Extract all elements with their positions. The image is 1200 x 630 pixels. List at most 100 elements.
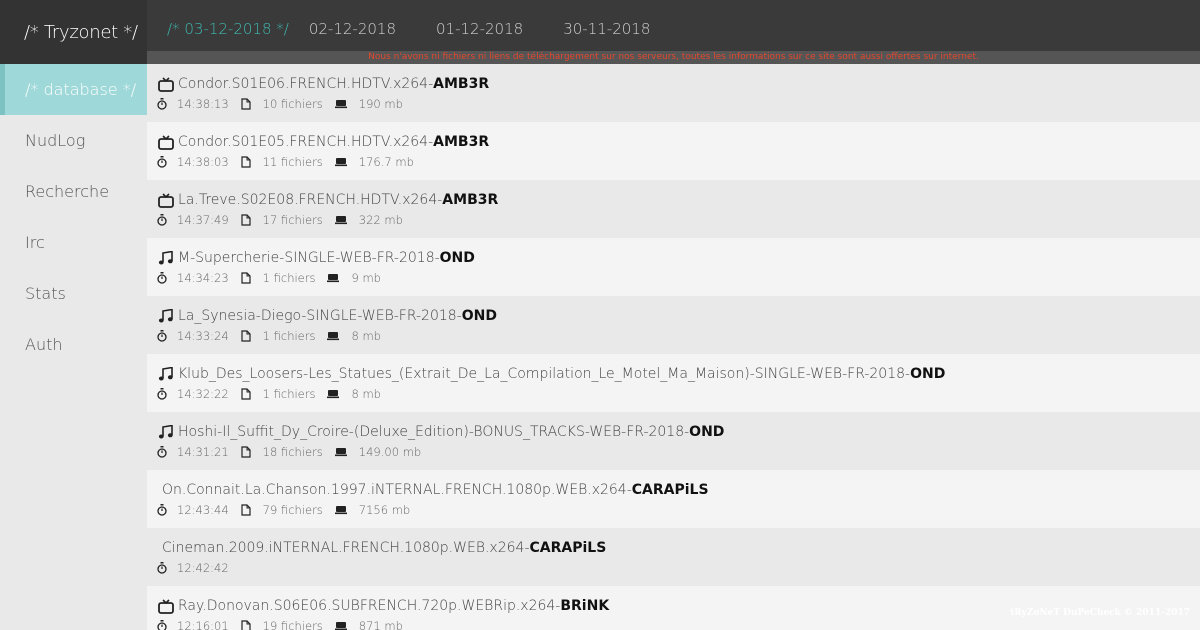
tab-date[interactable]: 02-12-2018 <box>309 20 396 38</box>
release-time: 14:32:22 <box>157 387 229 401</box>
release-row[interactable]: Cineman.2009.iNTERNAL.FRENCH.1080p.WEB.x… <box>147 528 1200 586</box>
time-text: 14:38:03 <box>177 155 229 169</box>
file-icon <box>241 156 256 168</box>
files-text: 79 fichiers <box>262 503 323 517</box>
nav-item-stats[interactable]: Stats <box>0 268 147 319</box>
release-size: 322 mb <box>334 213 403 227</box>
release-meta: 14:34:23 1 fichiers 9 mb <box>157 270 1200 286</box>
release-time: 12:16:01 <box>157 619 229 630</box>
release-list: Condor.S01E06.FRENCH.HDTV.x264- AMB3R 14:3… <box>147 64 1200 630</box>
release-meta: 12:43:44 79 fichiers 7156 mb <box>157 502 1200 518</box>
nav-item-nudlog[interactable]: NudLog <box>0 115 147 166</box>
hdd-icon <box>327 389 344 399</box>
tv-icon <box>157 598 174 614</box>
release-meta: 14:38:03 11 fichiers 176.7 mb <box>157 154 1200 170</box>
clock-icon <box>157 156 172 168</box>
clock-icon <box>157 562 172 574</box>
release-group: AMB3R <box>433 134 490 150</box>
tab-date[interactable]: /* 03-12-2018 */ <box>167 20 289 38</box>
release-name: Condor.S01E06.FRENCH.HDTV.x264- <box>178 76 434 92</box>
release-group: OND <box>910 366 946 382</box>
release-time: 14:37:49 <box>157 213 229 227</box>
files-text: 10 fichiers <box>262 97 323 111</box>
release-row[interactable]: M-Supercherie-SINGLE-WEB-FR-2018- OND 14:3… <box>147 238 1200 296</box>
release-row[interactable]: Condor.S01E05.FRENCH.HDTV.x264- AMB3R 14:3… <box>147 122 1200 180</box>
tab-date[interactable]: 01-12-2018 <box>436 20 523 38</box>
release-title[interactable]: Hoshi-Il_Suffit_Dy_Croire-(Deluxe_Editio… <box>157 422 1200 442</box>
sidebar: /* Tryzonet */ /* database */NudLog Reche… <box>0 0 147 630</box>
release-name: Condor.S01E05.FRENCH.HDTV.x264- <box>178 134 434 150</box>
release-files: 1 fichiers <box>241 387 315 401</box>
size-text: 9 mb <box>351 271 381 285</box>
size-text: 149.00 mb <box>358 445 422 459</box>
release-name: Klub_Des_Loosers-Les_Statues_(Extrait_De… <box>178 366 911 382</box>
release-title[interactable]: On.Connait.La.Chanson.1997.iNTERNAL.FREN… <box>157 480 1200 500</box>
release-title[interactable]: Cineman.2009.iNTERNAL.FRENCH.1080p.WEB.x… <box>157 538 1200 558</box>
release-title[interactable]: La_Synesia-Diego-SINGLE-WEB-FR-2018- OND <box>157 306 1200 326</box>
release-group: BRiNK <box>560 598 610 614</box>
release-group: AMB3R <box>433 76 490 92</box>
release-row[interactable]: Klub_Des_Loosers-Les_Statues_(Extrait_De… <box>147 354 1200 412</box>
release-title[interactable]: M-Supercherie-SINGLE-WEB-FR-2018- OND <box>157 248 1200 268</box>
release-meta: 14:38:13 10 fichiers 190 mb <box>157 96 1200 112</box>
release-size: 8 mb <box>327 329 381 343</box>
clock-icon <box>157 214 172 226</box>
clock-icon <box>157 272 172 284</box>
release-size: 190 mb <box>334 97 403 111</box>
files-text: 1 fichiers <box>262 271 316 285</box>
sidebar-nav: /* database */NudLog Recherche Irc Stats Aut… <box>0 64 147 370</box>
release-size: 7156 mb <box>334 503 411 517</box>
release-name: Cineman.2009.iNTERNAL.FRENCH.1080p.WEB.x… <box>162 540 530 556</box>
release-row[interactable]: Condor.S01E06.FRENCH.HDTV.x264- AMB3R 14:3… <box>147 64 1200 122</box>
release-title[interactable]: Condor.S01E05.FRENCH.HDTV.x264- AMB3R <box>157 132 1200 152</box>
hdd-icon <box>334 157 352 167</box>
release-name: M-Supercherie-SINGLE-WEB-FR-2018- <box>178 250 440 266</box>
size-text: 8 mb <box>351 329 381 343</box>
files-text: 1 fichiers <box>262 329 316 343</box>
clock-icon <box>157 388 172 400</box>
release-time: 14:34:23 <box>157 271 229 285</box>
release-row[interactable]: On.Connait.La.Chanson.1997.iNTERNAL.FREN… <box>147 470 1200 528</box>
nav-item-auth[interactable]: Auth <box>0 319 147 370</box>
release-files: 11 fichiers <box>241 155 323 169</box>
size-text: 322 mb <box>358 213 403 227</box>
release-size: 9 mb <box>327 271 381 285</box>
nav-item-database[interactable]: /* database */ <box>0 64 147 115</box>
release-group: CARAPiLS <box>529 540 607 556</box>
file-icon <box>241 446 256 458</box>
release-name: La.Treve.S02E08.FRENCH.HDTV.x264- <box>178 192 443 208</box>
hdd-icon <box>334 447 352 457</box>
tab-date[interactable]: 30-11-2018 <box>563 20 650 38</box>
nav-item-recherche[interactable]: Recherche <box>0 166 147 217</box>
files-text: 18 fichiers <box>262 445 323 459</box>
release-row[interactable]: La.Treve.S02E08.FRENCH.HDTV.x264- AMB3R 14… <box>147 180 1200 238</box>
size-text: 871 mb <box>358 619 403 630</box>
release-meta: 14:37:49 17 fichiers 322 mb <box>157 212 1200 228</box>
release-row[interactable]: La_Synesia-Diego-SINGLE-WEB-FR-2018- OND 1… <box>147 296 1200 354</box>
release-time: 12:43:44 <box>157 503 229 517</box>
time-text: 14:38:13 <box>177 97 229 111</box>
clock-icon <box>157 504 172 516</box>
release-files: 1 fichiers <box>241 329 316 343</box>
release-time: 14:38:03 <box>157 155 229 169</box>
file-icon <box>241 214 256 226</box>
release-title[interactable]: Condor.S01E06.FRENCH.HDTV.x264- AMB3R <box>157 74 1200 94</box>
release-title[interactable]: Klub_Des_Loosers-Les_Statues_(Extrait_De… <box>157 364 1200 384</box>
nav-item-irc[interactable]: Irc <box>0 217 147 268</box>
legal-notice: Nous n'avons ni fichiers ni liens de tél… <box>147 51 1200 64</box>
file-icon <box>241 330 256 342</box>
hdd-icon <box>334 621 352 630</box>
files-text: 19 fichiers <box>262 619 323 630</box>
release-group: AMB3R <box>442 192 499 208</box>
release-title[interactable]: La.Treve.S02E08.FRENCH.HDTV.x264- AMB3R <box>157 190 1200 210</box>
brand-logo[interactable]: /* Tryzonet */ <box>0 0 147 64</box>
file-icon <box>241 98 256 110</box>
release-row[interactable]: Hoshi-Il_Suffit_Dy_Croire-(Deluxe_Editio… <box>147 412 1200 470</box>
footer-copyright: tRyZoNeT DuPeCheck © 2011-2017 <box>1010 608 1190 618</box>
hdd-icon <box>334 99 352 109</box>
release-size: 149.00 mb <box>334 445 422 459</box>
file-icon <box>241 272 256 284</box>
size-text: 7156 mb <box>358 503 411 517</box>
time-text: 14:34:23 <box>177 271 229 285</box>
hdd-icon <box>327 273 344 283</box>
